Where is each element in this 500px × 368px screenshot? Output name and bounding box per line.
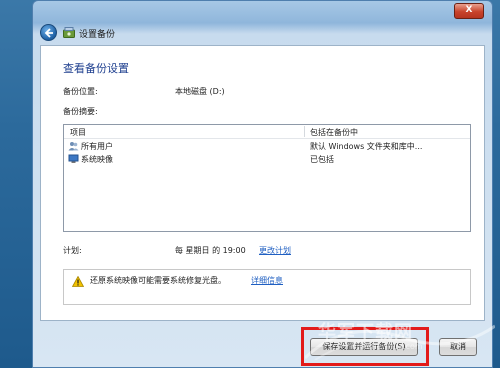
title-bar: 设置备份 — [33, 21, 492, 45]
backup-app-icon — [63, 27, 75, 38]
warning-text: 还原系统映像可能需要系统修复光盘。 — [90, 276, 226, 285]
page-title: 查看备份设置 — [63, 62, 129, 75]
users-icon — [68, 142, 79, 151]
column-header-item[interactable]: 项目 — [70, 127, 86, 138]
list-item[interactable]: 所有用户 默认 Windows 文件夹和库中... — [64, 139, 470, 152]
list-header: 项目 包括在备份中 — [64, 125, 470, 139]
content-panel: 查看备份设置 备份位置: 本地磁盘 (D:) 备份摘要: 项目 包括在备份中 所… — [40, 45, 485, 321]
warning-icon — [72, 276, 84, 287]
column-divider — [304, 126, 305, 137]
list-item[interactable]: 系统映像 已包括 — [64, 152, 470, 165]
schedule-label: 计划: — [63, 246, 82, 255]
item-name: 系统映像 — [81, 155, 113, 164]
back-button[interactable] — [40, 24, 57, 41]
change-schedule-link[interactable]: 更改计划 — [259, 245, 291, 256]
setup-backup-window: X 设置备份 查看备份设置 备份位置: 本地磁盘 (D:) 备份摘要: 项目 包… — [32, 0, 493, 368]
schedule-value: 每 星期日 的 19:00 — [175, 246, 246, 255]
backup-summary-list[interactable]: 项目 包括在备份中 所有用户 默认 Windows 文件夹和库中... 系统映像… — [63, 124, 471, 232]
cancel-button[interactable]: 取消 — [439, 338, 477, 356]
item-included-value: 默认 Windows 文件夹和库中... — [310, 142, 423, 151]
backup-location-label: 备份位置: — [63, 87, 98, 96]
warning-box: 还原系统映像可能需要系统修复光盘。 详细信息 — [63, 269, 471, 305]
item-name: 所有用户 — [81, 142, 113, 151]
more-info-link[interactable]: 详细信息 — [251, 275, 283, 286]
back-arrow-icon — [44, 28, 53, 38]
backup-summary-label: 备份摘要: — [63, 107, 98, 116]
close-button[interactable]: X — [454, 3, 484, 19]
backup-location-value: 本地磁盘 (D:) — [175, 87, 225, 96]
watermark-url: www.newhua.com — [350, 342, 423, 351]
window-title: 设置备份 — [79, 30, 116, 40]
item-included-value: 已包括 — [310, 155, 334, 164]
system-image-icon — [68, 154, 79, 163]
column-header-included[interactable]: 包括在备份中 — [310, 127, 358, 138]
watermark-text: 华军下载网 — [318, 322, 413, 343]
